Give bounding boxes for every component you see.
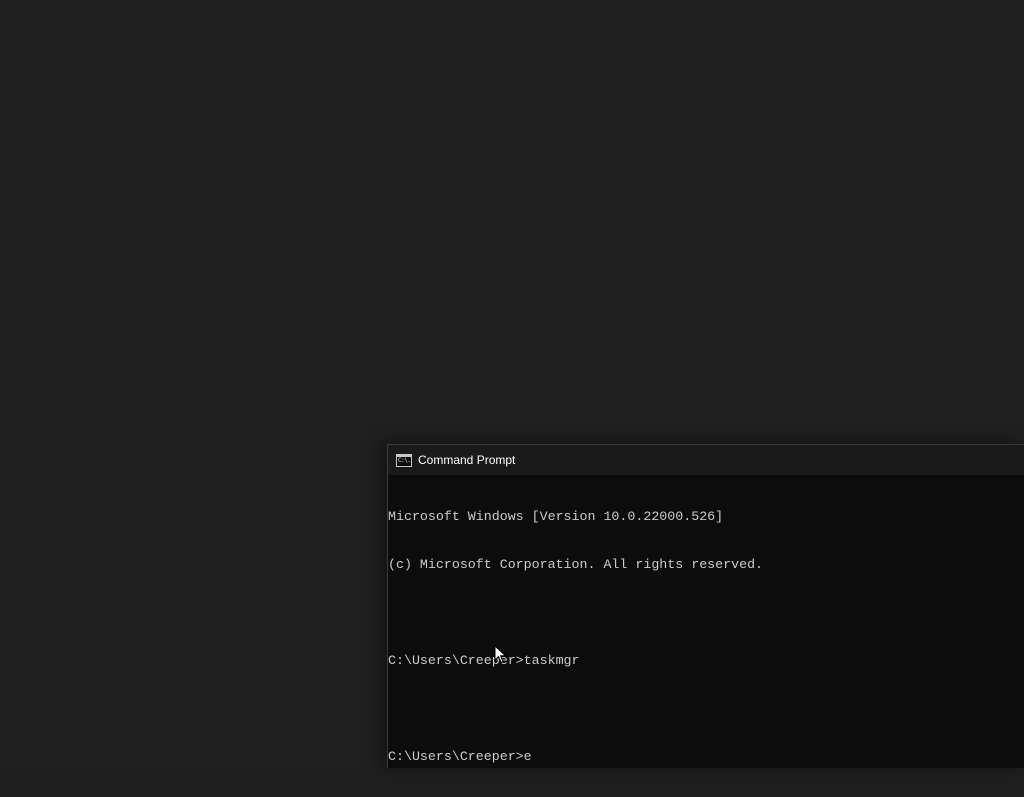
console-line: C:\Users\Creeper>taskmgr bbox=[388, 653, 580, 668]
console-input-line[interactable]: C:\Users\Creeper>e bbox=[388, 749, 1024, 765]
console-output[interactable]: Microsoft Windows [Version 10.0.22000.52… bbox=[388, 475, 1024, 797]
cmd-icon-text: C:\. bbox=[398, 456, 411, 464]
console-line: (c) Microsoft Corporation. All rights re… bbox=[388, 557, 764, 572]
mouse-pointer-icon bbox=[494, 645, 507, 664]
cmd-icon: C:\. bbox=[396, 453, 412, 467]
window-titlebar[interactable]: C:\. Command Prompt bbox=[388, 445, 1024, 475]
command-prompt-window[interactable]: C:\. Command Prompt Microsoft Windows [V… bbox=[387, 444, 1024, 768]
console-line: Microsoft Windows [Version 10.0.22000.52… bbox=[388, 509, 724, 524]
window-title: Command Prompt bbox=[418, 453, 516, 467]
